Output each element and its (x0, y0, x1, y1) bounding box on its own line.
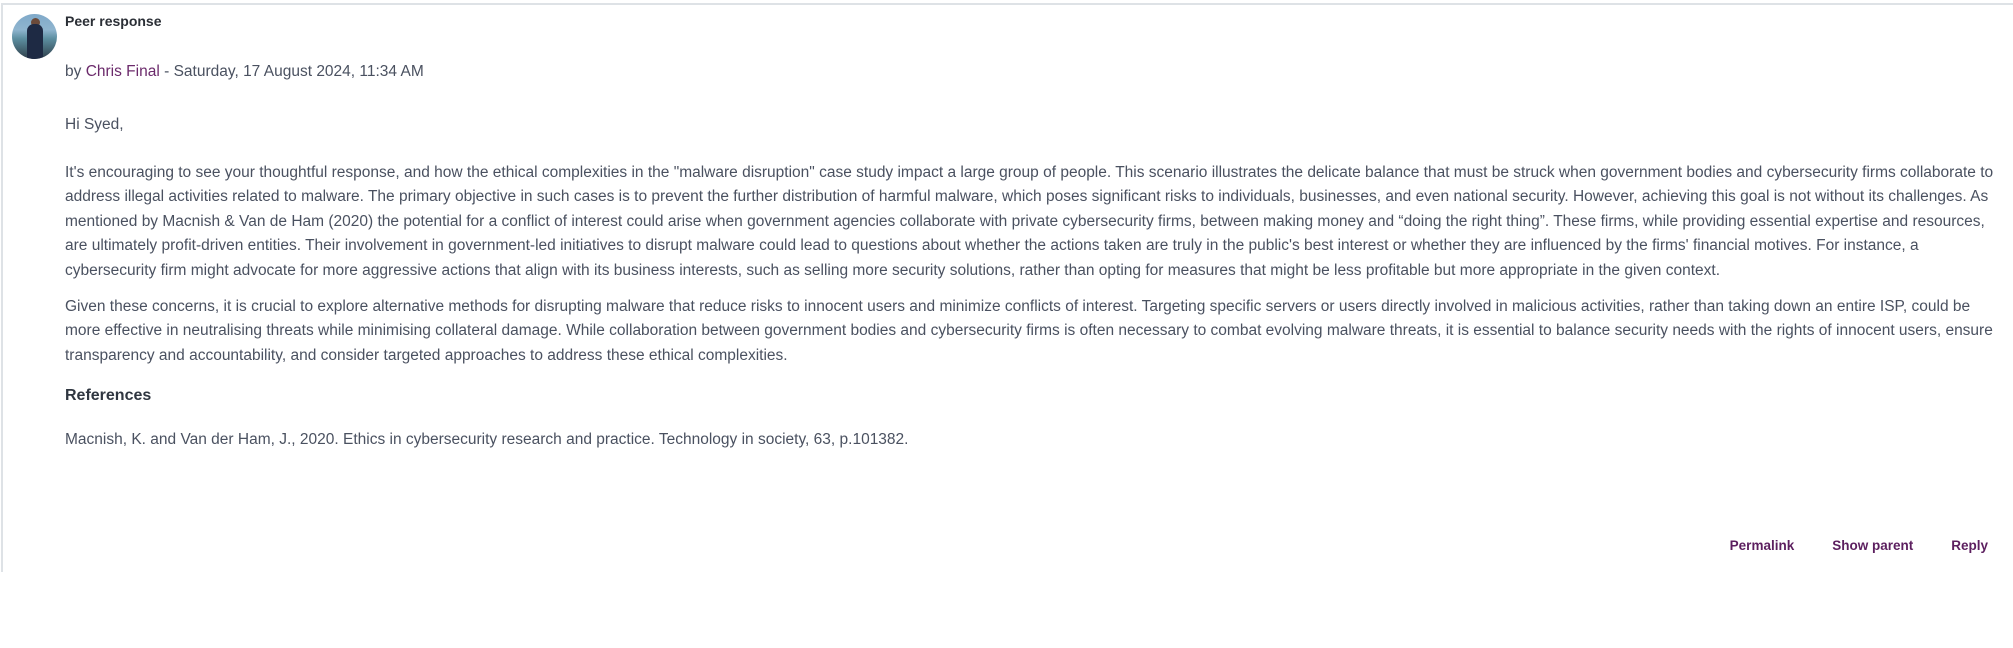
post-byline: by Chris Final - Saturday, 17 August 202… (65, 63, 424, 81)
reference-item: Macnish, K. and Van der Ham, J., 2020. E… (65, 430, 909, 448)
author-link[interactable]: Chris Final (86, 63, 160, 80)
avatar-figure (27, 24, 43, 59)
forum-post: Peer response by Chris Final - Saturday,… (1, 3, 2013, 572)
post-subject: Peer response (65, 13, 162, 29)
post-actions: Permalink Show parent Reply (1730, 538, 1988, 553)
permalink-link[interactable]: Permalink (1730, 538, 1795, 553)
reply-link[interactable]: Reply (1951, 538, 1988, 553)
post-date: Saturday, 17 August 2024, 11:34 AM (173, 63, 424, 80)
references-heading: References (65, 387, 152, 405)
byline-separator: - (164, 63, 170, 80)
show-parent-link[interactable]: Show parent (1832, 538, 1913, 553)
byline-prefix: by (65, 63, 82, 80)
author-avatar[interactable] (12, 14, 57, 59)
post-content: Hi Syed, It's encouraging to see your th… (65, 113, 2000, 464)
paragraph: It's encouraging to see your thoughtful … (65, 163, 1994, 279)
paragraph: Given these concerns, it is crucial to e… (65, 297, 1993, 364)
greeting: Hi Syed, (65, 116, 124, 133)
